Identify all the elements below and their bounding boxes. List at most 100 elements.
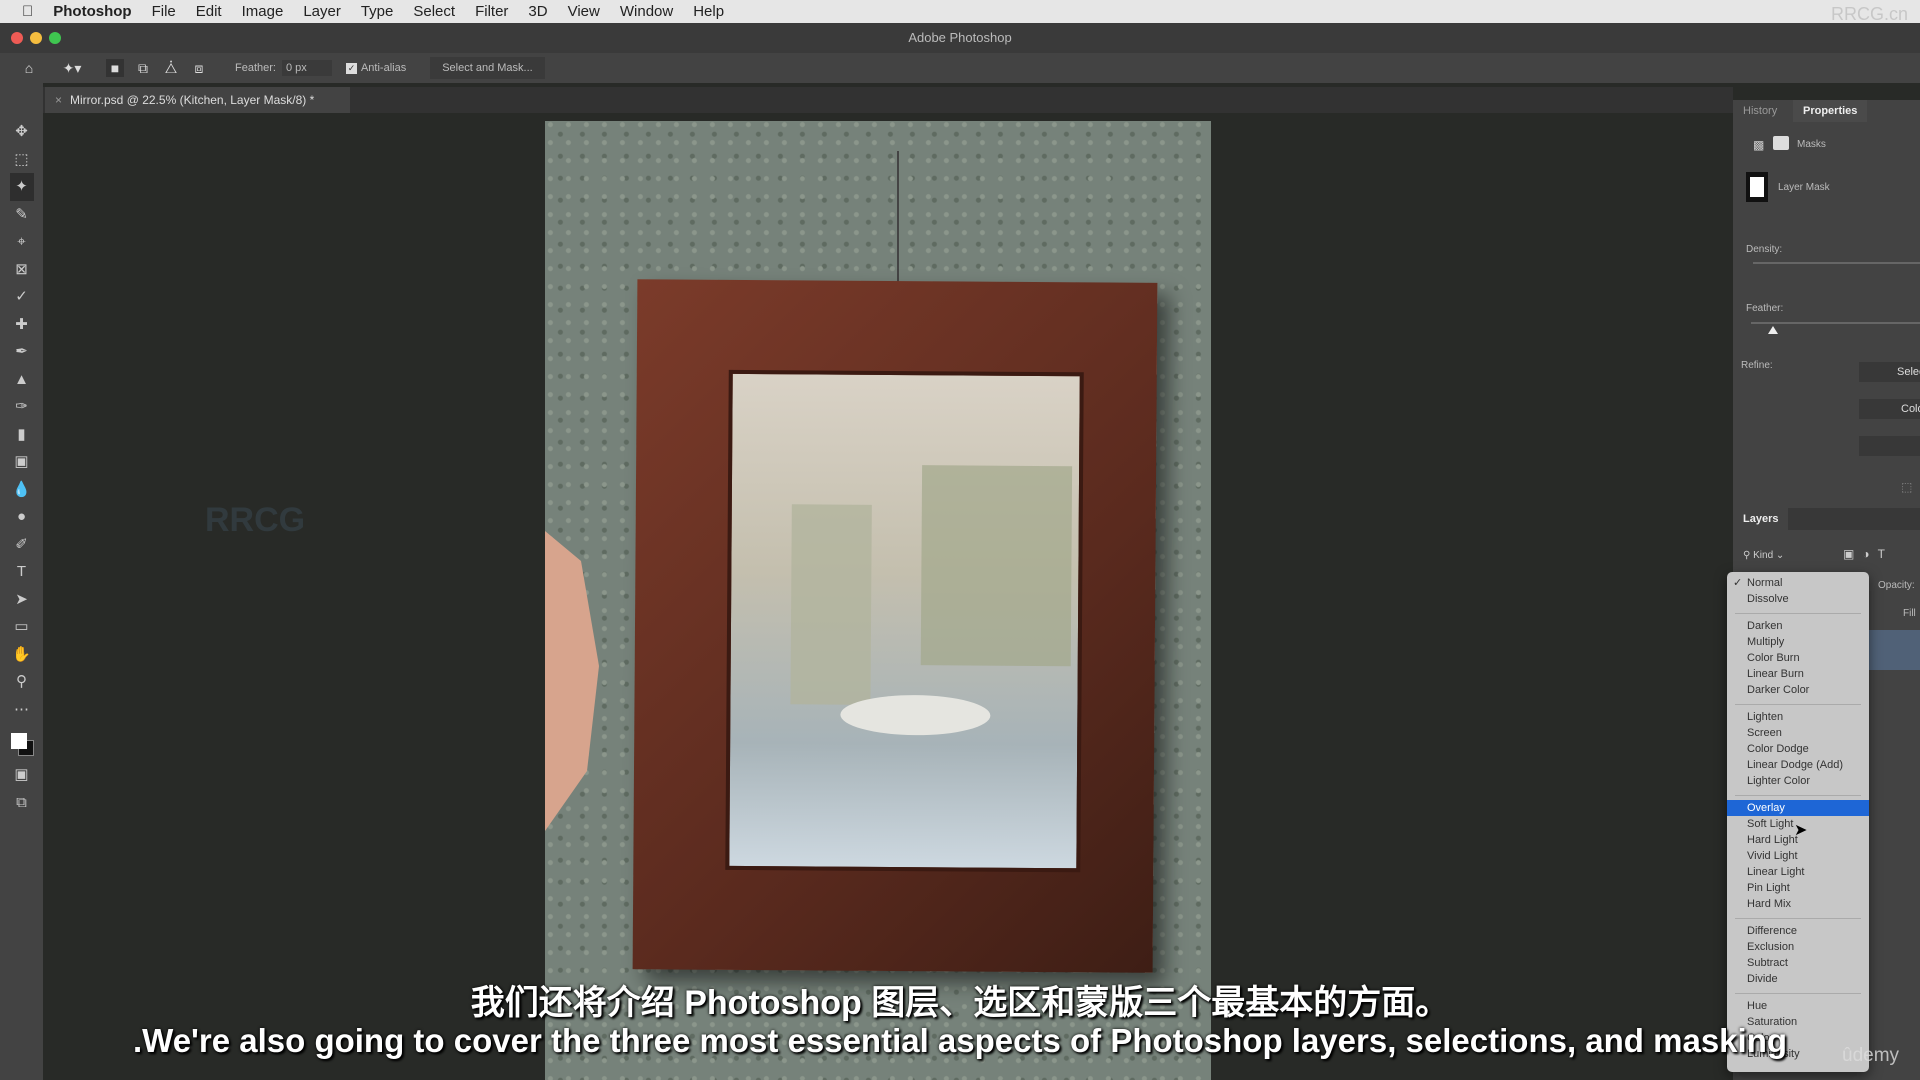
antialias-checkbox[interactable]: ✓	[345, 62, 357, 74]
color-swatches[interactable]	[7, 727, 37, 761]
blend-mode-dissolve[interactable]: Dissolve	[1727, 591, 1869, 607]
blend-mode-overlay[interactable]: Overlay	[1727, 800, 1869, 816]
eraser-tool-icon[interactable]: ▮	[10, 421, 34, 449]
blend-mode-darken[interactable]: Darken	[1727, 618, 1869, 634]
lasso-tool-icon[interactable]: ✦	[9, 173, 34, 201]
refine-color-range-button[interactable]: Colo	[1859, 399, 1920, 419]
minimize-window-button[interactable]	[30, 32, 42, 44]
menu-image[interactable]: Image	[242, 3, 284, 20]
feather-slider[interactable]	[1751, 322, 1920, 324]
menu-filter[interactable]: Filter	[475, 3, 508, 20]
pen-tool-icon[interactable]: ✐	[10, 531, 34, 559]
more-tools-icon[interactable]: ⋯	[10, 696, 34, 724]
intersect-selection-icon[interactable]: ⧈	[190, 59, 208, 77]
hand-tool-icon[interactable]: ✋	[10, 641, 34, 669]
home-icon[interactable]: ⌂	[20, 59, 38, 77]
eyedropper-tool-icon[interactable]: ✓	[10, 283, 34, 311]
zoom-tool-icon[interactable]: ⚲	[10, 668, 34, 696]
refine-invert-button[interactable]	[1859, 436, 1920, 456]
quick-selection-tool-icon[interactable]: ✎	[10, 201, 34, 229]
tab-properties[interactable]: Properties	[1793, 100, 1868, 122]
options-bar: ⌂ ✦▾ ■ ⧉ ⧊ ⧈ Feather: 0 px ✓ Anti-alias …	[0, 53, 1920, 83]
blur-tool-icon[interactable]: 💧	[10, 476, 34, 504]
blend-mode-screen[interactable]: Screen	[1727, 725, 1869, 741]
blend-mode-lighter-color[interactable]: Lighter Color	[1727, 773, 1869, 789]
blend-mode-linear-light[interactable]: Linear Light	[1727, 864, 1869, 880]
menu-select[interactable]: Select	[413, 3, 455, 20]
menu-view[interactable]: View	[568, 3, 600, 20]
blend-mode-subtract[interactable]: Subtract	[1727, 955, 1869, 971]
subtract-selection-icon[interactable]: ⧊	[162, 59, 180, 77]
brush-tool-icon[interactable]: ✒	[10, 338, 34, 366]
tab-history[interactable]: History	[1733, 100, 1787, 122]
blend-mode-difference[interactable]: Difference	[1727, 923, 1869, 939]
blend-mode-exclusion[interactable]: Exclusion	[1727, 939, 1869, 955]
blend-mode-pin-light[interactable]: Pin Light	[1727, 880, 1869, 896]
blend-mode-color-burn[interactable]: Color Burn	[1727, 650, 1869, 666]
new-selection-icon[interactable]: ■	[106, 59, 124, 77]
blend-mode-normal[interactable]: ✓ Normal	[1727, 575, 1869, 591]
blend-mode-vivid-light[interactable]: Vivid Light	[1727, 848, 1869, 864]
zoom-window-button[interactable]	[49, 32, 61, 44]
blend-mode-label: Linear Dodge (Add)	[1747, 759, 1844, 771]
menu-3d[interactable]: 3D	[528, 3, 547, 20]
menu-separator	[1735, 918, 1861, 919]
feather-slider-thumb[interactable]	[1768, 326, 1778, 334]
feather-input[interactable]: 0 px	[281, 60, 332, 76]
layer-filter-kind[interactable]: ⚲ Kind ⌄	[1743, 547, 1823, 565]
adjustment-filter-icon[interactable]: ◑	[1862, 547, 1877, 561]
tab-layers[interactable]: Layers	[1733, 508, 1789, 530]
frame-tool-icon[interactable]: ⊠	[10, 256, 34, 284]
density-slider[interactable]	[1753, 262, 1920, 264]
type-filter-icon[interactable]: T	[1878, 547, 1893, 561]
history-brush-tool-icon[interactable]: ✑	[10, 393, 34, 421]
pixel-mask-icon[interactable]: ▩	[1753, 138, 1764, 152]
blend-mode-lighten[interactable]: Lighten	[1727, 709, 1869, 725]
layer-mask-thumbnail[interactable]	[1746, 172, 1768, 202]
rectangle-tool-icon[interactable]: ▭	[10, 613, 34, 641]
menu-help[interactable]: Help	[693, 3, 724, 20]
filter-icons: ▣◑T	[1843, 547, 1893, 561]
blend-mode-hard-mix[interactable]: Hard Mix	[1727, 896, 1869, 912]
load-selection-icon[interactable]: ⬚	[1901, 480, 1912, 494]
menu-file[interactable]: File	[152, 3, 176, 20]
menu-layer[interactable]: Layer	[303, 3, 341, 20]
marquee-tool-icon[interactable]: ⬚	[10, 146, 34, 174]
selected-layer-row[interactable]	[1863, 630, 1920, 670]
mirror-frame-image	[632, 279, 1158, 973]
document-canvas[interactable]: RRCG	[205, 121, 1211, 1080]
mouse-cursor-icon: ➤	[1794, 822, 1808, 839]
refine-select-and-mask-button[interactable]: Select	[1859, 362, 1920, 382]
healing-brush-tool-icon[interactable]: ✚	[10, 311, 34, 339]
menu-type[interactable]: Type	[361, 3, 394, 20]
select-and-mask-button[interactable]: Select and Mask...	[430, 57, 545, 79]
lasso-tool-preset-icon[interactable]: ✦▾	[63, 59, 82, 77]
dodge-tool-icon[interactable]: ●	[10, 503, 34, 531]
document-tab[interactable]: × Mirror.psd @ 22.5% (Kitchen, Layer Mask…	[45, 87, 350, 113]
blend-mode-color-dodge[interactable]: Color Dodge	[1727, 741, 1869, 757]
close-tab-icon[interactable]: ×	[55, 93, 62, 107]
quick-mask-icon[interactable]: ▣	[10, 761, 34, 789]
blend-mode-linear-burn[interactable]: Linear Burn	[1727, 666, 1869, 682]
move-tool-icon[interactable]: ✥	[10, 118, 34, 146]
screen-mode-icon[interactable]: ⧉	[10, 789, 34, 817]
blend-mode-multiply[interactable]: Multiply	[1727, 634, 1869, 650]
apple-icon[interactable]: 	[22, 3, 33, 20]
foreground-color-swatch[interactable]	[10, 733, 27, 749]
path-selection-tool-icon[interactable]: ➤	[10, 586, 34, 614]
image-filter-icon[interactable]: ▣	[1843, 547, 1862, 561]
add-selection-icon[interactable]: ⧉	[134, 59, 152, 77]
blend-mode-linear-dodge-add[interactable]: Linear Dodge (Add)	[1727, 757, 1869, 773]
gradient-tool-icon[interactable]: ▣	[10, 448, 34, 476]
kitchen-door	[790, 504, 872, 705]
menu-edit[interactable]: Edit	[196, 3, 222, 20]
mask-icon[interactable]	[1773, 136, 1789, 150]
blend-mode-darker-color[interactable]: Darker Color	[1727, 682, 1869, 698]
close-window-button[interactable]	[11, 32, 23, 44]
menu-app[interactable]: Photoshop	[53, 3, 131, 20]
type-tool-icon[interactable]: T	[10, 558, 34, 586]
blend-mode-label: Pin Light	[1747, 882, 1790, 894]
clone-stamp-tool-icon[interactable]: ▲	[10, 366, 34, 394]
crop-tool-icon[interactable]: ⌖	[10, 228, 34, 256]
menu-window[interactable]: Window	[620, 3, 673, 20]
